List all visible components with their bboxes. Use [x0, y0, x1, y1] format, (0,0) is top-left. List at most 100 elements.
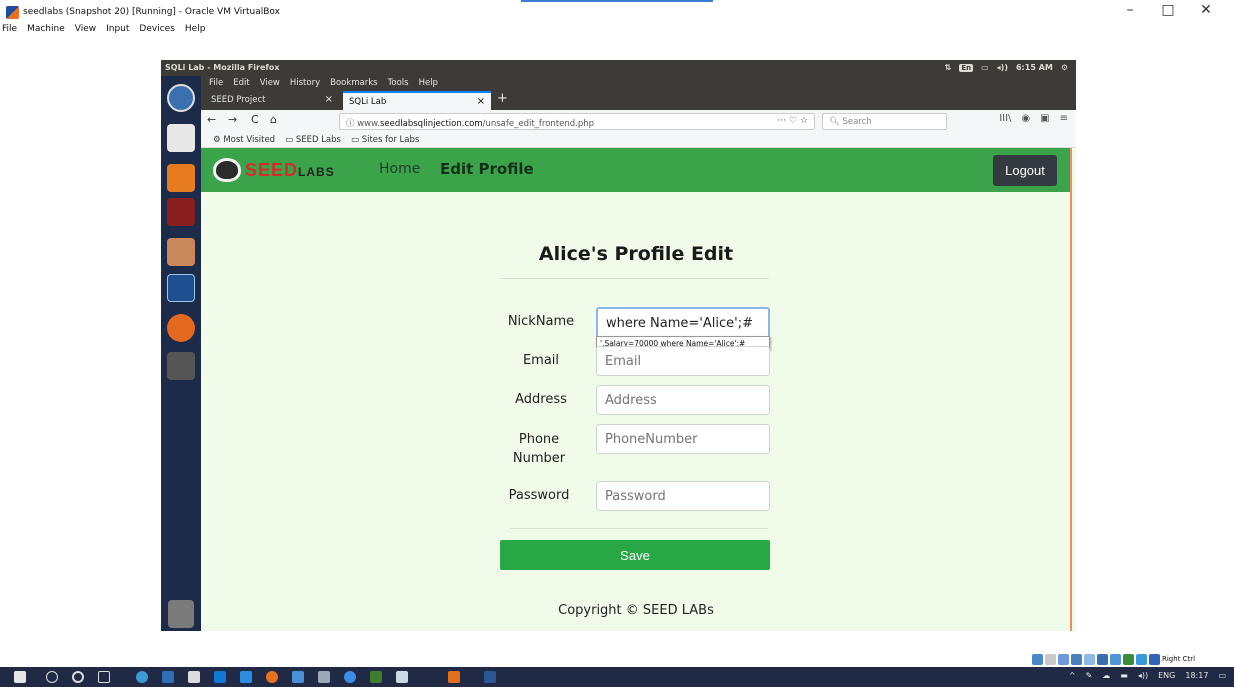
password-field[interactable] — [596, 481, 770, 511]
app-icon[interactable] — [318, 671, 330, 683]
shared-folders-icon[interactable] — [1097, 653, 1108, 665]
text-editor-icon[interactable] — [167, 124, 195, 152]
ff-menu-file[interactable]: File — [209, 78, 223, 88]
url-bar[interactable]: ⓘ www.seedlabsqlinjection.com/unsafe_edi… — [339, 113, 815, 130]
app-icon[interactable] — [370, 671, 382, 683]
hard-disk-icon[interactable] — [1032, 653, 1043, 665]
reload-icon[interactable]: C — [251, 113, 259, 126]
save-button[interactable]: Save — [500, 540, 770, 570]
menu-help[interactable]: Help — [185, 24, 206, 42]
menu-view[interactable]: View — [75, 24, 96, 42]
store-icon[interactable] — [188, 671, 200, 683]
vscode-icon[interactable] — [240, 671, 252, 683]
ff-menu-help[interactable]: Help — [419, 78, 438, 88]
windows-taskbar: ^ ✎ ☁ ▬ ◂)) ENG 18:17 ▭ — [0, 667, 1234, 687]
video-capture-icon[interactable] — [1123, 653, 1134, 665]
pen-icon[interactable]: ✎ — [1086, 671, 1093, 680]
menu-devices[interactable]: Devices — [139, 24, 174, 42]
address-field[interactable] — [596, 385, 770, 415]
app-icon[interactable] — [292, 671, 304, 683]
search-input[interactable]: 🔍︎ Search — [822, 113, 947, 130]
telegram-icon[interactable] — [344, 671, 356, 683]
maximize-button[interactable]: □ — [1158, 2, 1178, 18]
trash-icon[interactable] — [168, 600, 194, 628]
tab-close-icon[interactable]: × — [477, 96, 485, 107]
edge-icon[interactable] — [136, 671, 148, 683]
task-view-icon[interactable] — [98, 671, 110, 683]
dash-home-icon[interactable] — [167, 84, 195, 112]
ff-menu-tools[interactable]: Tools — [388, 78, 409, 88]
system-settings-icon[interactable] — [167, 352, 195, 380]
tab-seed-project[interactable]: SEED Project × — [205, 91, 339, 110]
audio-icon[interactable] — [1058, 653, 1069, 665]
wireshark-icon[interactable] — [167, 274, 195, 302]
page-actions-icon[interactable]: ··· ♡ ☆ — [778, 116, 808, 126]
nickname-input[interactable] — [596, 307, 770, 339]
sidebar-icon[interactable]: ▣ — [1040, 113, 1049, 124]
back-arrow-icon[interactable]: ← — [207, 113, 216, 126]
nav-link-edit-profile[interactable]: Edit Profile — [440, 160, 534, 178]
menu-file[interactable]: File — [2, 24, 17, 42]
file-manager-icon[interactable] — [167, 238, 195, 266]
tab-sqli-lab[interactable]: SQLi Lab × — [343, 91, 491, 110]
menu-input[interactable]: Input — [106, 24, 129, 42]
tab-close-icon[interactable]: × — [325, 94, 333, 105]
library-icon[interactable]: III\ — [999, 113, 1011, 124]
notifications-icon[interactable]: ▭ — [1218, 671, 1226, 680]
display-icon[interactable] — [1110, 653, 1121, 665]
language-indicator[interactable]: ENG — [1158, 671, 1175, 680]
account-icon[interactable]: ◉ — [1021, 113, 1030, 124]
app-icon[interactable] — [162, 671, 174, 683]
cortana-icon[interactable] — [72, 671, 84, 683]
chevron-up-icon[interactable]: ^ — [1069, 671, 1076, 680]
bookmark-sites-for-labs[interactable]: ▭ Sites for Labs — [351, 135, 419, 145]
mouse-integration-icon[interactable] — [1149, 653, 1160, 665]
volume-icon[interactable]: ◂)) — [1138, 671, 1148, 680]
bookmark-most-visited[interactable]: ⚙ Most Visited — [213, 135, 275, 145]
url-prefix: www. — [357, 119, 380, 129]
terminal-icon[interactable] — [167, 198, 195, 226]
phone-number-field[interactable] — [596, 424, 770, 454]
email-field[interactable] — [596, 346, 770, 376]
mail-icon[interactable] — [214, 671, 226, 683]
menu-machine[interactable]: Machine — [27, 24, 65, 42]
volume-icon[interactable]: ◂)) — [997, 63, 1008, 72]
logout-button[interactable]: Logout — [993, 155, 1057, 186]
firefox-icon[interactable] — [266, 671, 278, 683]
ff-menu-history[interactable]: History — [290, 78, 320, 88]
cpu-icon[interactable] — [1136, 653, 1147, 665]
settings-gear-icon[interactable]: ⚙ — [1061, 63, 1068, 72]
new-tab-button[interactable]: + — [497, 91, 508, 106]
app-icon[interactable] — [396, 671, 408, 683]
bookmark-label: SEED Labs — [295, 134, 341, 145]
panel-clock[interactable]: 6:15 AM — [1016, 63, 1053, 72]
battery-icon[interactable]: ▭ — [981, 63, 989, 72]
ff-menu-view[interactable]: View — [260, 78, 280, 88]
usb-icon[interactable] — [1084, 653, 1095, 665]
bookmark-seed-labs[interactable]: ▭ SEED Labs — [285, 135, 341, 145]
firefox-icon[interactable] — [167, 314, 195, 342]
word-icon[interactable] — [484, 671, 496, 683]
site-info-icon[interactable]: ⓘ — [346, 119, 355, 129]
search-icon[interactable] — [46, 671, 58, 683]
network-adapter-icon[interactable] — [1071, 653, 1082, 665]
virtualbox-icon[interactable] — [448, 671, 460, 683]
seed-labs-logo[interactable]: SEEDLABS — [213, 158, 343, 182]
network-icon[interactable]: ▬ — [1120, 671, 1128, 680]
network-icon[interactable]: ⇅ — [945, 63, 952, 72]
close-button[interactable]: ✕ — [1196, 2, 1216, 18]
keyboard-layout-badge[interactable]: En — [959, 63, 974, 72]
start-icon[interactable] — [14, 671, 26, 683]
sublime-text-icon[interactable] — [167, 164, 195, 192]
page-title: Alice's Profile Edit — [538, 243, 734, 265]
ff-menu-edit[interactable]: Edit — [233, 78, 249, 88]
forward-arrow-icon[interactable]: → — [228, 113, 237, 126]
ff-menu-bookmarks[interactable]: Bookmarks — [330, 78, 378, 88]
home-icon[interactable]: ⌂ — [270, 113, 277, 126]
minimize-button[interactable]: – — [1120, 2, 1140, 18]
optical-drive-icon[interactable] — [1045, 653, 1056, 665]
hamburger-menu-icon[interactable]: ≡ — [1060, 113, 1068, 124]
onedrive-icon[interactable]: ☁ — [1102, 671, 1110, 680]
taskbar-clock[interactable]: 18:17 — [1185, 671, 1208, 680]
nav-link-home[interactable]: Home — [379, 161, 420, 177]
